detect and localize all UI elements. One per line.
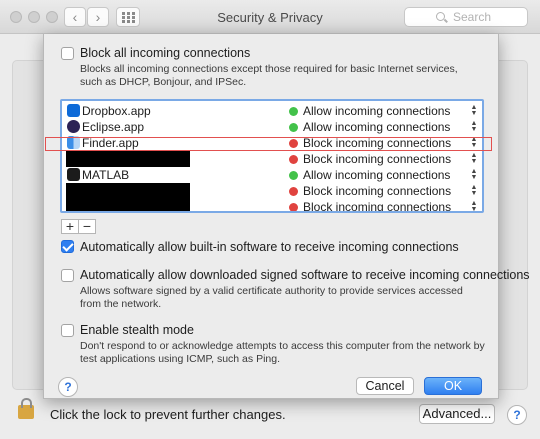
connection-status-popup[interactable]: Allow incoming connections bbox=[303, 168, 450, 182]
app-row[interactable]: Block incoming connections ▲ ▼ bbox=[62, 183, 482, 209]
dropbox-icon bbox=[67, 104, 80, 117]
cancel-button[interactable]: Cancel bbox=[356, 377, 414, 395]
app-row[interactable]: Eclipse.app Allow incoming connections ▲ ▼ bbox=[62, 119, 482, 135]
status-dot-icon bbox=[289, 187, 298, 196]
search-icon bbox=[436, 12, 445, 21]
remove-app-button[interactable]: − bbox=[78, 219, 96, 234]
popup-arrows-icon[interactable]: ▲ ▼ bbox=[470, 104, 478, 117]
popup-arrows-icon[interactable]: ▲ ▼ bbox=[470, 168, 478, 181]
advanced-button[interactable]: Advanced... bbox=[419, 404, 495, 424]
block-all-description: Blocks all incoming connections except t… bbox=[80, 63, 458, 88]
status-dot-icon bbox=[289, 203, 298, 211]
app-firewall-list[interactable]: Dropbox.app Allow incoming connections ▲ ▼ E… bbox=[60, 99, 484, 213]
redacted-app-name bbox=[66, 199, 190, 211]
popup-arrows-icon[interactable]: ▲ ▼ bbox=[470, 120, 478, 133]
connection-status-popup[interactable]: Block incoming connections bbox=[303, 152, 451, 166]
connection-status-popup[interactable]: Block incoming connections bbox=[303, 184, 451, 198]
sheet-help-button[interactable]: ? bbox=[58, 377, 78, 397]
ok-button[interactable]: OK bbox=[424, 377, 482, 395]
app-row[interactable]: MATLAB Allow incoming connections ▲ ▼ bbox=[62, 167, 482, 183]
status-dot-icon bbox=[289, 123, 298, 132]
app-name: Eclipse.app bbox=[82, 120, 145, 134]
auto-allow-signed-label: Automatically allow downloaded signed so… bbox=[80, 268, 530, 282]
auto-allow-builtin-label: Automatically allow built-in software to… bbox=[80, 240, 459, 254]
auto-allow-builtin-checkbox[interactable] bbox=[61, 240, 74, 253]
redacted-app-name bbox=[66, 151, 190, 167]
auto-allow-signed-checkbox[interactable] bbox=[61, 269, 74, 282]
connection-status-popup[interactable]: Allow incoming connections bbox=[303, 120, 450, 134]
app-row[interactable]: Block incoming connections ▲ ▼ bbox=[62, 151, 482, 167]
app-name: MATLAB bbox=[82, 168, 130, 182]
lock-icon[interactable] bbox=[18, 398, 34, 419]
app-name: Dropbox.app bbox=[82, 104, 151, 118]
stealth-mode-description: Don't respond to or acknowledge attempts… bbox=[80, 340, 485, 365]
status-dot-icon bbox=[289, 155, 298, 164]
popup-arrows-icon[interactable]: ▲ ▼ bbox=[470, 200, 478, 211]
stealth-mode-label: Enable stealth mode bbox=[80, 323, 194, 337]
stealth-mode-checkbox[interactable] bbox=[61, 324, 74, 337]
lock-status-text: Click the lock to prevent further change… bbox=[50, 407, 286, 422]
annotation-highlight-box bbox=[45, 137, 492, 151]
block-all-checkbox[interactable] bbox=[61, 47, 74, 60]
matlab-icon bbox=[67, 168, 80, 181]
title-bar: ‹ › Security & Privacy Search bbox=[0, 0, 540, 34]
add-app-button[interactable]: + bbox=[61, 219, 79, 234]
popup-arrows-icon[interactable]: ▲ ▼ bbox=[470, 152, 478, 165]
connection-status-popup[interactable]: Allow incoming connections bbox=[303, 104, 450, 118]
app-row[interactable]: Block incoming connections ▲ ▼ bbox=[62, 199, 482, 211]
app-row[interactable]: Dropbox.app Allow incoming connections ▲ ▼ bbox=[62, 103, 482, 119]
search-field[interactable]: Search bbox=[404, 7, 528, 27]
search-placeholder: Search bbox=[453, 10, 492, 24]
block-all-label: Block all incoming connections bbox=[80, 46, 251, 60]
status-dot-icon bbox=[289, 171, 298, 180]
auto-allow-signed-description: Allows software signed by a valid certif… bbox=[80, 285, 463, 310]
footer-help-button[interactable]: ? bbox=[507, 405, 527, 425]
status-dot-icon bbox=[289, 107, 298, 116]
firewall-options-sheet: Block all incoming connections Blocks al… bbox=[43, 34, 530, 399]
eclipse-icon bbox=[67, 120, 80, 133]
popup-arrows-icon[interactable]: ▲ ▼ bbox=[470, 184, 478, 197]
connection-status-popup[interactable]: Block incoming connections bbox=[303, 200, 451, 211]
